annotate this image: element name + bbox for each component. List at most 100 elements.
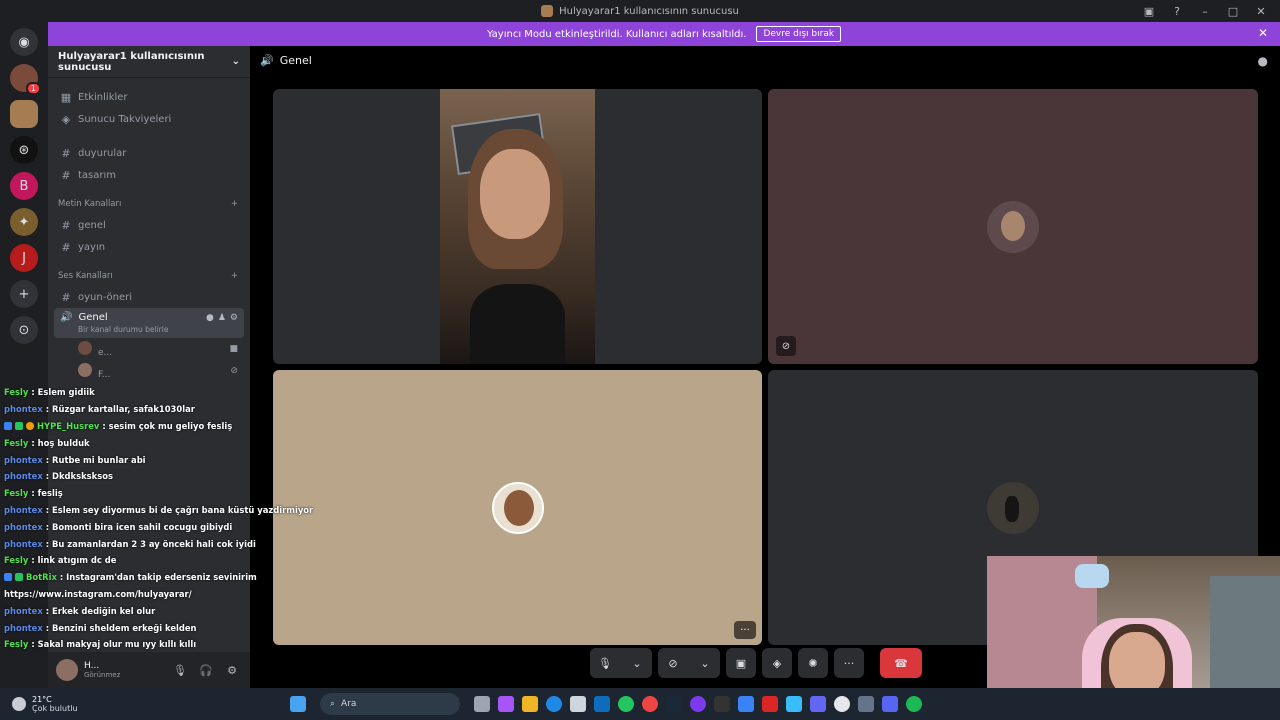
- call-controls: 🎙 ⌄ ⊘ ⌄ ▣ ◈ ✺ ··· ☎: [590, 648, 922, 678]
- camera-icon: ■: [229, 344, 238, 354]
- chat-text: : Bomonti bira icen sahil cocugu gibiydi: [45, 521, 233, 532]
- xbox-icon[interactable]: [618, 696, 634, 712]
- obs-icon[interactable]: [834, 696, 850, 712]
- help-icon[interactable]: ?: [1170, 5, 1184, 18]
- inbox-icon[interactable]: ▣: [1142, 5, 1156, 18]
- user-name-block[interactable]: H... Görünmez: [84, 661, 164, 679]
- chevron-down-icon: ⌄: [231, 56, 240, 67]
- server-icon-active[interactable]: [10, 100, 38, 128]
- chat-message: phontex: Benzini sheldem erkeği kelden: [0, 619, 300, 636]
- channel-yayin[interactable]: # yayın: [48, 236, 250, 258]
- server-header[interactable]: Hulyayarar1 kullanıcısının sunucusu ⌄: [48, 46, 250, 78]
- minimize-button[interactable]: –: [1198, 5, 1212, 18]
- chat-message: phontex: Eslem sey diyormus bi de çağrı …: [0, 502, 313, 519]
- microphone-icon[interactable]: 🎙: [170, 664, 190, 677]
- events-item[interactable]: ▦ Etkinlikler: [48, 86, 250, 108]
- chat-text: : Rutbe mi bunlar abi: [45, 454, 146, 465]
- background-lamp: [1075, 564, 1109, 588]
- voice-category[interactable]: Ses Kanalları +: [48, 266, 250, 286]
- outlook-icon[interactable]: [594, 696, 610, 712]
- epic-games-icon[interactable]: [714, 696, 730, 712]
- app-icon[interactable]: [810, 696, 826, 712]
- close-icon[interactable]: ✕: [1258, 26, 1268, 40]
- add-channel-icon[interactable]: +: [231, 271, 238, 281]
- channel-tasarim[interactable]: # tasarım: [48, 164, 250, 186]
- voice-member[interactable]: F... ⊘: [48, 360, 250, 382]
- dm-avatar-icon[interactable]: 1: [10, 64, 41, 95]
- gear-icon[interactable]: ⚙: [230, 313, 238, 323]
- server-icon-4[interactable]: ✦: [10, 208, 38, 236]
- chat-message: https://www.instagram.com/hulyayarar/: [0, 586, 300, 603]
- chat-bubble-icon[interactable]: ●: [206, 313, 214, 323]
- app-icon[interactable]: [858, 696, 874, 712]
- activity-button[interactable]: ◈: [762, 648, 792, 678]
- disable-streamer-mode-button[interactable]: Devre dışı bırak: [756, 26, 842, 42]
- voice-member[interactable]: e... ■: [48, 338, 250, 360]
- participant-tile[interactable]: ···: [273, 370, 762, 645]
- voice-channel-genel[interactable]: 🔊 Genel ● ♟ ⚙ Bir kanal durumu belirle: [54, 308, 244, 338]
- category-label: Metin Kanalları: [58, 199, 122, 209]
- person-face: [480, 149, 550, 239]
- hash-icon: #: [61, 240, 71, 254]
- mic-options-button[interactable]: ⌄: [622, 648, 652, 678]
- soundboard-button[interactable]: ✺: [798, 648, 828, 678]
- boosts-item[interactable]: ◈ Sunucu Takviyeleri: [48, 108, 250, 130]
- taskbar-search[interactable]: ⌕ Ara: [320, 693, 460, 715]
- microphone-button[interactable]: 🎙: [590, 648, 620, 678]
- screen-share-button[interactable]: ▣: [726, 648, 756, 678]
- weather-desc: Çok bulutlu: [32, 704, 78, 713]
- camera-options-button[interactable]: ⌄: [690, 648, 720, 678]
- text-category[interactable]: Metin Kanalları +: [48, 194, 250, 214]
- task-view-icon[interactable]: [474, 696, 490, 712]
- server-icon-2[interactable]: ⊛: [10, 136, 38, 164]
- app-icon[interactable]: [762, 696, 778, 712]
- avatar[interactable]: [56, 659, 78, 681]
- discord-home-icon[interactable]: ◉: [10, 28, 38, 56]
- camera-off-icon: ⊘: [668, 656, 678, 670]
- channel-label: yayın: [78, 241, 106, 253]
- app-icon[interactable]: [738, 696, 754, 712]
- spotify-icon[interactable]: [906, 696, 922, 712]
- channel-status-hint[interactable]: Bir kanal durumu belirle: [78, 325, 238, 334]
- add-server-icon[interactable]: +: [10, 280, 38, 308]
- more-button[interactable]: ···: [834, 648, 864, 678]
- chat-message: phontex: Bu zamanlardan 2 3 ay önceki ha…: [0, 535, 300, 552]
- gear-icon[interactable]: ⚙: [222, 664, 242, 677]
- maximize-button[interactable]: □: [1226, 5, 1240, 18]
- channel-duyurular[interactable]: # duyurular: [48, 142, 250, 164]
- edge-icon[interactable]: [546, 696, 562, 712]
- chat-message: phontex: Bomonti bira icen sahil cocugu …: [0, 518, 300, 535]
- store-icon[interactable]: [570, 696, 586, 712]
- more-options-icon[interactable]: ···: [734, 621, 756, 639]
- start-icon[interactable]: [290, 696, 306, 712]
- steam-icon[interactable]: [666, 696, 682, 712]
- server-icon-3[interactable]: B: [10, 172, 38, 200]
- channel-genel[interactable]: # genel: [48, 214, 250, 236]
- chat-bubble-icon[interactable]: ●: [1258, 54, 1268, 68]
- chrome-icon[interactable]: [642, 696, 658, 712]
- discover-icon[interactable]: ⊙: [10, 316, 38, 344]
- file-explorer-icon[interactable]: [522, 696, 538, 712]
- microphone-icon: 🎙: [598, 656, 612, 670]
- chat-text: : Dkdksksksos: [45, 471, 113, 482]
- user-panel: H... Görünmez 🎙 🎧 ⚙: [48, 652, 250, 688]
- video-tile[interactable]: [273, 89, 762, 364]
- headphones-icon[interactable]: 🎧: [196, 664, 216, 677]
- invite-icon[interactable]: ♟: [218, 313, 226, 323]
- server-icon-5[interactable]: J: [10, 244, 38, 272]
- discord-icon[interactable]: [882, 696, 898, 712]
- app-icon[interactable]: [786, 696, 802, 712]
- add-channel-icon[interactable]: +: [231, 199, 238, 209]
- participant-tile[interactable]: ⊘: [768, 89, 1258, 364]
- weather-widget[interactable]: 21°C Çok bulutlu: [0, 695, 290, 713]
- close-window-button[interactable]: ✕: [1254, 5, 1268, 18]
- leave-call-button[interactable]: ☎: [880, 648, 922, 678]
- camera-button[interactable]: ⊘: [658, 648, 688, 678]
- copilot-icon[interactable]: [498, 696, 514, 712]
- gamepad-icon: ◈: [772, 656, 782, 670]
- chat-text: https://www.instagram.com/hulyayarar/: [4, 588, 192, 599]
- chat-text: : Benzini sheldem erkeği kelden: [45, 622, 197, 633]
- channel-oyun-oneri[interactable]: # oyun-öneri: [48, 286, 250, 308]
- member-name: e...: [98, 347, 113, 358]
- app-icon[interactable]: [690, 696, 706, 712]
